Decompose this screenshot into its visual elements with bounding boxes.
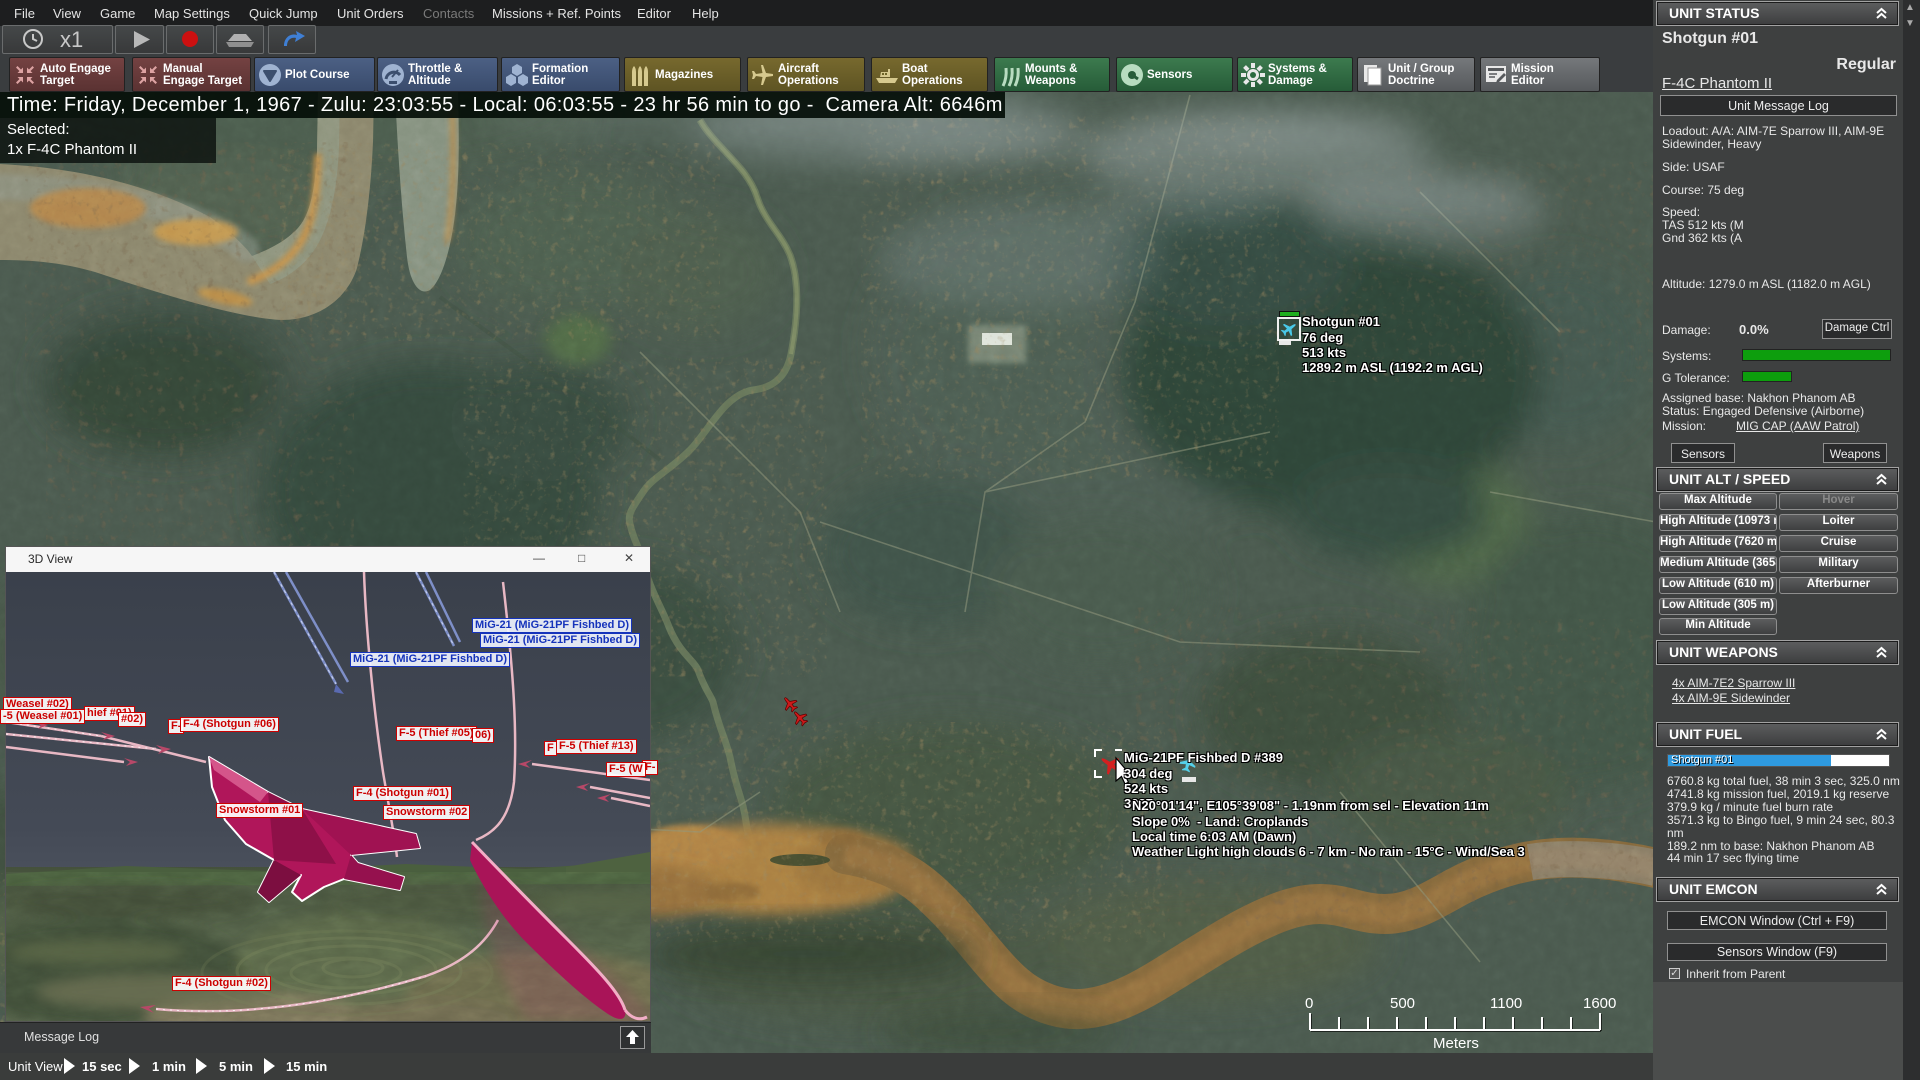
svg-text:1600: 1600	[1583, 995, 1616, 1012]
svg-text:500: 500	[1390, 995, 1415, 1012]
svg-text:0: 0	[1305, 995, 1313, 1012]
svg-text:Meters: Meters	[1433, 1035, 1479, 1052]
svg-text:1100: 1100	[1490, 995, 1522, 1012]
svg-text:x1: x1	[60, 27, 83, 52]
